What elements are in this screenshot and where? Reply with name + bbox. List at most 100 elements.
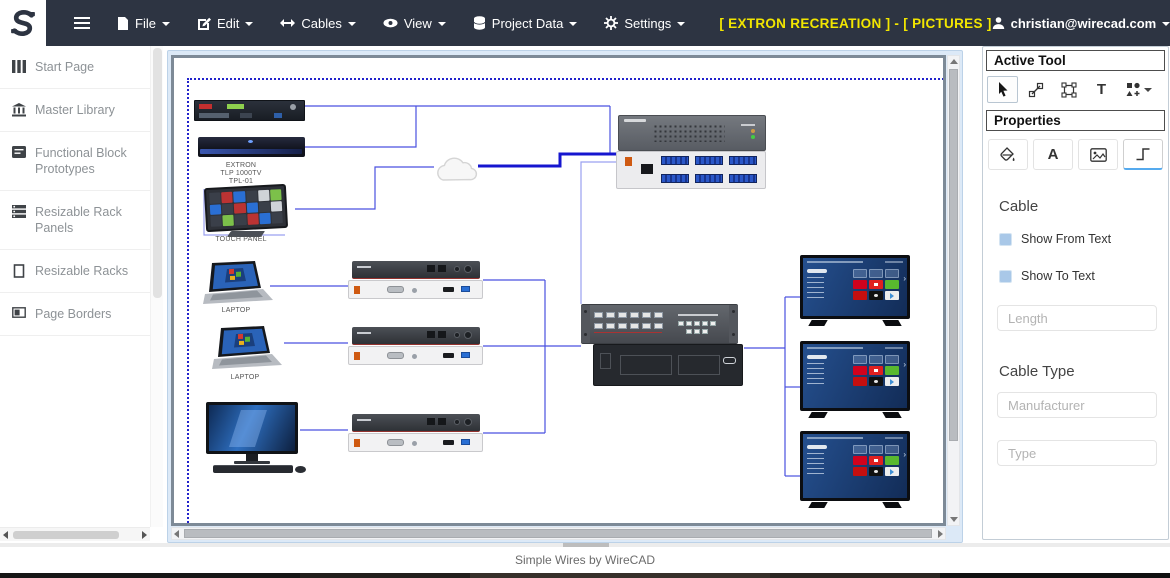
hamburger-menu-icon[interactable] [74, 17, 90, 29]
sidebar-item-functional-block-prototypes[interactable]: Functional Block Prototypes [0, 132, 150, 191]
processor-leds [751, 129, 755, 133]
properties-header: Properties [986, 110, 1165, 131]
chevron-down-icon [438, 22, 446, 26]
device-touch-panel[interactable] [205, 186, 287, 230]
user-menu[interactable]: christian@wirecad.com [992, 16, 1170, 31]
device-av-receiver[interactable] [194, 100, 305, 121]
sidebar-item-label: Master Library [35, 102, 115, 118]
properties-panel: Active Tool [982, 46, 1169, 540]
chevron-down-icon [677, 22, 685, 26]
device-relay-unit[interactable] [616, 151, 766, 189]
tab-fill-style[interactable] [988, 139, 1028, 170]
draw-cable-tool-button[interactable] [1020, 76, 1051, 103]
device-desktop-monitor[interactable] [206, 402, 306, 477]
app-logo[interactable] [0, 0, 46, 46]
terminal-block [729, 174, 757, 183]
scroll-up-arrow-icon[interactable] [950, 59, 958, 64]
sidebar-vertical-scrollbar[interactable] [150, 46, 163, 527]
sidebar-item-page-borders[interactable]: Page Borders [0, 293, 150, 336]
shapes-group-icon [1126, 82, 1141, 97]
menu-cables-label: Cables [301, 16, 341, 31]
sidebar-item-master-library[interactable]: Master Library [0, 89, 150, 132]
edit-icon [197, 16, 211, 30]
scrollbar-thumb[interactable] [184, 529, 932, 538]
length-input[interactable] [997, 305, 1157, 331]
tab-cable-route[interactable] [1123, 139, 1163, 170]
device-tv-1[interactable]: › [800, 255, 910, 326]
tab-image[interactable] [1078, 139, 1118, 170]
sidebar-item-resizable-rack-panels[interactable]: Resizable Rack Panels [0, 191, 150, 250]
cloud-shape[interactable] [432, 150, 482, 186]
active-tool-header: Active Tool [986, 50, 1165, 71]
menu-cables[interactable]: Cables [280, 16, 355, 31]
device-tv-3[interactable]: › [800, 431, 910, 508]
polyline-nodes-icon [1028, 82, 1044, 98]
rj45-port [641, 164, 653, 174]
sidebar-item-label: Resizable Racks [35, 263, 128, 279]
chevron-down-icon [162, 22, 170, 26]
type-input[interactable] [997, 440, 1157, 466]
menu-file[interactable]: File [117, 16, 170, 31]
footer: Simple Wires by WireCAD [0, 547, 1170, 573]
tab-font[interactable]: A [1033, 139, 1073, 170]
phoenix-connector [625, 157, 632, 166]
footer-text: Simple Wires by WireCAD [515, 553, 655, 567]
eye-icon [383, 18, 398, 28]
device-bluray-player[interactable] [198, 137, 305, 157]
touch-panel-label: TOUCH PANEL [206, 236, 276, 244]
processor-vents [653, 124, 725, 142]
show-to-text-checkbox[interactable] [999, 270, 1012, 283]
block-icon [12, 146, 26, 158]
receiver-port [274, 113, 282, 118]
receiver-knob [290, 104, 296, 110]
scroll-right-arrow-icon[interactable] [142, 531, 147, 539]
receiver-green-display [227, 104, 244, 109]
device-control-processor[interactable] [618, 115, 766, 151]
device-transmitter-1[interactable] [348, 261, 483, 300]
bluray-led [248, 140, 253, 143]
edit-vertices-tool-button[interactable] [1053, 76, 1084, 103]
device-tv-2[interactable]: › [800, 341, 910, 418]
device-laptop-2[interactable] [212, 326, 282, 372]
scrollbar-thumb[interactable] [153, 48, 162, 298]
menu-settings[interactable]: Settings [604, 16, 685, 31]
chevron-down-icon [1144, 88, 1152, 92]
drawing-sheet[interactable]: EXTRON TLP 1000TV TPL-01 TOUCH PANEL [174, 58, 943, 523]
menu-project-data[interactable]: Project Data [473, 16, 578, 31]
select-tool-button[interactable] [987, 76, 1018, 103]
insert-shapes-tool-button[interactable] [1119, 76, 1159, 103]
cable-type-section-title: Cable Type [999, 363, 1168, 380]
processor-label-tag [624, 119, 646, 122]
terminal-block [729, 156, 757, 165]
text-tool-button[interactable]: T [1086, 76, 1117, 103]
chevron-down-icon [245, 22, 253, 26]
show-from-text-row: Show From Text [999, 232, 1168, 246]
device-matrix-switcher-rear[interactable] [593, 344, 743, 386]
scrollbar-thumb[interactable] [13, 531, 119, 539]
receiver-red-display [199, 104, 212, 109]
bank-icon [12, 103, 26, 117]
sidebar-item-start-page[interactable]: Start Page [0, 46, 150, 89]
sidebar-horizontal-scrollbar[interactable] [0, 527, 150, 541]
paint-bucket-icon [1000, 147, 1016, 163]
device-transmitter-3[interactable] [348, 414, 483, 453]
scrollbar-thumb[interactable] [949, 69, 958, 441]
device-transmitter-2[interactable] [348, 327, 483, 366]
menu-edit[interactable]: Edit [197, 16, 253, 31]
device-laptop-1[interactable] [203, 261, 273, 307]
scroll-right-arrow-icon[interactable] [938, 530, 943, 538]
canvas-vertical-scrollbar[interactable] [947, 55, 960, 526]
mouse [295, 466, 306, 473]
scroll-left-arrow-icon[interactable] [174, 530, 179, 538]
menu-view[interactable]: View [383, 16, 446, 31]
person-icon [992, 16, 1005, 30]
canvas-horizontal-scrollbar[interactable] [171, 527, 946, 540]
show-from-text-checkbox[interactable] [999, 233, 1012, 246]
rack-outline-icon [12, 264, 26, 278]
menu-edit-label: Edit [217, 16, 239, 31]
sidebar-item-resizable-racks[interactable]: Resizable Racks [0, 250, 150, 293]
device-matrix-switcher-front[interactable] [581, 304, 738, 344]
manufacturer-input[interactable] [997, 392, 1157, 418]
scroll-left-arrow-icon[interactable] [3, 531, 8, 539]
scroll-down-arrow-icon[interactable] [950, 517, 958, 522]
